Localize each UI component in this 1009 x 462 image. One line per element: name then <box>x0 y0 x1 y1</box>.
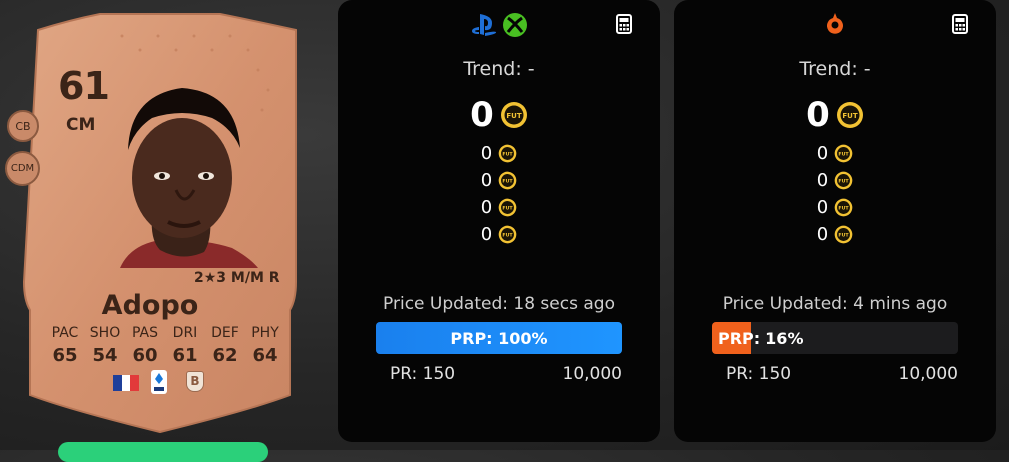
stat-value: 64 <box>252 345 278 366</box>
price-range-max: 10,000 <box>898 364 958 384</box>
list-item: 0 FUT <box>674 221 996 248</box>
list-item: 0 FUT <box>674 167 996 194</box>
price-panel-console: Trend: - 0 FUT 0 FUT 0 FUT 0 FUT 0 FUT P… <box>338 0 660 442</box>
xbox-icon <box>503 13 527 37</box>
price-range: PR: 150 10,000 <box>726 364 958 384</box>
player-card[interactable]: 61 CM CB CDM 2★3 M/M R Adopo PAC SHO PAS… <box>0 0 320 450</box>
price-list: 0 FUT 0 FUT 0 FUT 0 FUT <box>674 140 996 248</box>
france-flag-icon <box>113 375 140 391</box>
svg-text:FUT: FUT <box>839 206 850 212</box>
svg-text:FUT: FUT <box>506 112 521 120</box>
stat-labels: PAC SHO PAS DRI DEF PHY <box>47 325 283 341</box>
price-updated-label: Price Updated: 18 secs ago <box>383 294 615 314</box>
price-range: PR: 150 10,000 <box>390 364 622 384</box>
prp-label-group: PRP: 16% <box>718 322 803 354</box>
trend-label: Trend: - <box>799 58 871 80</box>
alt-position-cb: CB <box>7 110 39 142</box>
platform-icons <box>674 12 996 38</box>
club-crest-icon: B <box>186 371 204 392</box>
prp-progress-bar: PRP: 100% <box>376 322 622 354</box>
price-updated-label: Price Updated: 4 mins ago <box>722 294 948 314</box>
coin-icon: FUT <box>498 198 517 217</box>
stat-label: SHO <box>89 325 121 341</box>
stat-label: PHY <box>251 325 279 341</box>
alt-position-cdm: CDM <box>5 151 40 186</box>
coin-icon: FUT <box>498 171 517 190</box>
player-rating: 61 <box>58 64 110 108</box>
stat-label: PAS <box>131 325 158 341</box>
price-value: 0 <box>480 197 493 218</box>
svg-text:FUT: FUT <box>842 112 857 120</box>
svg-text:FUT: FUT <box>503 179 514 185</box>
price-value: 0 <box>816 170 829 191</box>
list-item: 0 FUT <box>338 221 660 248</box>
origin-icon <box>827 13 843 34</box>
stat-values: 65 54 60 61 62 64 <box>47 345 283 366</box>
player-position: CM <box>66 115 96 135</box>
price-value: 0 <box>816 197 829 218</box>
list-item: 0 FUT <box>674 140 996 167</box>
skill-weakfoot-info: 2★3 M/M R <box>194 270 280 286</box>
prp-label: PRP: <box>718 328 761 348</box>
prp-label: PRP: 100% <box>450 328 548 348</box>
list-item: 0 FUT <box>674 194 996 221</box>
trend-label: Trend: - <box>463 58 535 80</box>
action-button[interactable] <box>58 442 268 462</box>
list-item: 0 FUT <box>338 140 660 167</box>
calculator-icon[interactable] <box>952 14 968 34</box>
coin-icon: FUT <box>834 144 853 163</box>
svg-text:FUT: FUT <box>503 206 514 212</box>
stat-value: 62 <box>212 345 238 366</box>
player-name: Adopo <box>101 290 199 321</box>
svg-text:FUT: FUT <box>503 152 514 158</box>
stat-label: PAC <box>51 325 79 341</box>
price-value: 0 <box>480 224 493 245</box>
svg-text:FUT: FUT <box>839 152 850 158</box>
price-range-min: PR: 150 <box>390 364 456 384</box>
price-value: 0 <box>480 170 493 191</box>
price-value: 0 <box>816 224 829 245</box>
prp-value: 16% <box>765 328 804 348</box>
playstation-icon <box>472 14 497 36</box>
stat-value: 60 <box>132 345 158 366</box>
coin-icon: FUT <box>834 198 853 217</box>
price-range-max: 10,000 <box>562 364 622 384</box>
stat-value: 65 <box>52 345 78 366</box>
list-item: 0 FUT <box>338 194 660 221</box>
svg-text:FUT: FUT <box>839 179 850 185</box>
main-price-value: 0 <box>806 95 830 135</box>
price-value: 0 <box>480 143 493 164</box>
stat-value: 61 <box>172 345 198 366</box>
main-price: 0 FUT <box>338 95 660 135</box>
stat-label: DRI <box>172 325 198 341</box>
svg-text:FUT: FUT <box>503 233 514 239</box>
coin-icon: FUT <box>836 102 863 128</box>
stat-label: DEF <box>211 325 239 341</box>
coin-icon: FUT <box>500 102 527 128</box>
main-price-value: 0 <box>470 95 494 135</box>
coin-icon: FUT <box>498 225 517 244</box>
main-price: 0 FUT <box>674 95 996 135</box>
stat-value: 54 <box>92 345 118 366</box>
serie-a-badge-icon <box>151 370 167 394</box>
calculator-icon[interactable] <box>616 14 632 34</box>
list-item: 0 FUT <box>338 167 660 194</box>
price-list: 0 FUT 0 FUT 0 FUT 0 FUT <box>338 140 660 248</box>
price-panel-pc: Trend: - 0 FUT 0 FUT 0 FUT 0 FUT 0 FUT P… <box>674 0 996 442</box>
price-value: 0 <box>816 143 829 164</box>
price-range-min: PR: 150 <box>726 364 792 384</box>
coin-icon: FUT <box>498 144 517 163</box>
coin-icon: FUT <box>834 225 853 244</box>
coin-icon: FUT <box>834 171 853 190</box>
platform-icons <box>338 12 660 38</box>
prp-progress-bar: PRP: 16% <box>712 322 958 354</box>
svg-text:FUT: FUT <box>839 233 850 239</box>
